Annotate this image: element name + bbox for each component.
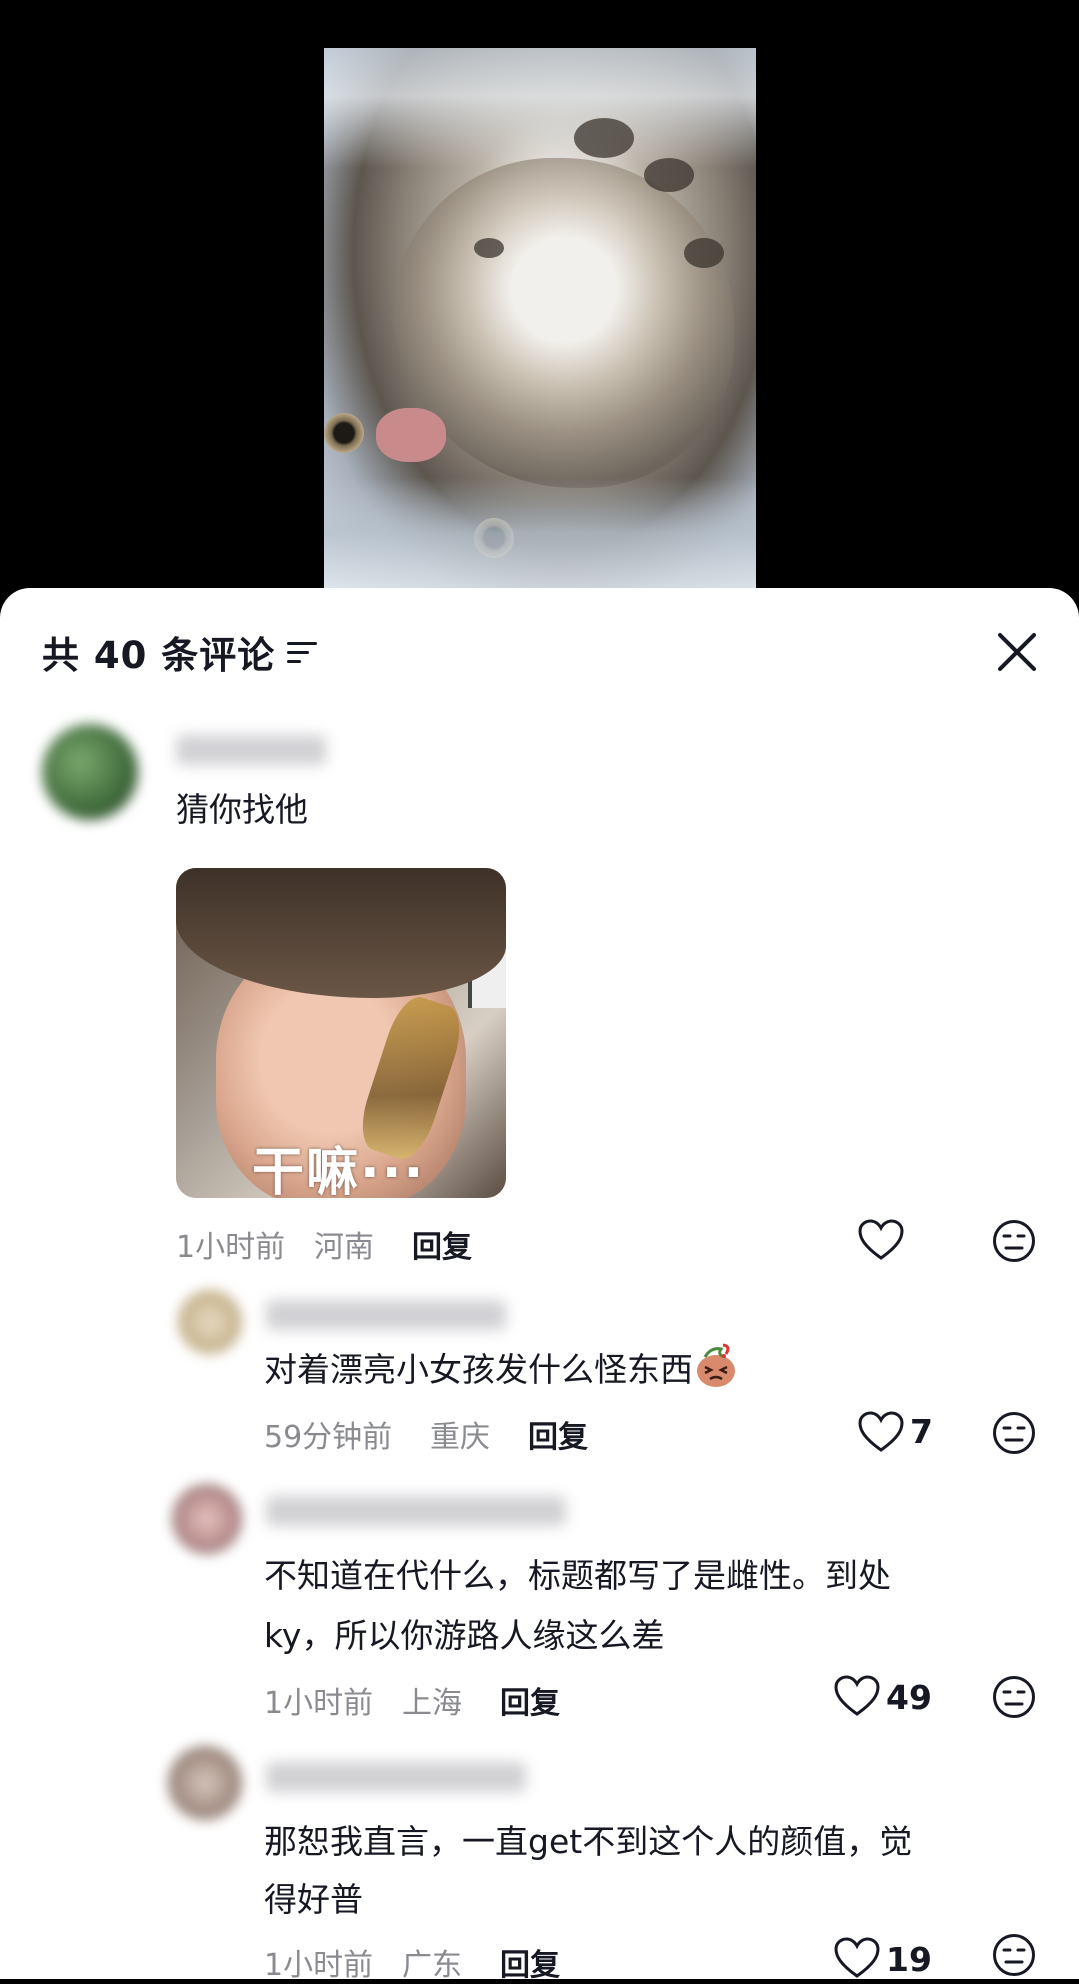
comment-time: 1小时前: [264, 1948, 374, 1983]
comment-text-line: ky，所以你游路人缘这么差: [264, 1616, 665, 1655]
avatar[interactable]: [42, 724, 138, 820]
reply-button[interactable]: 回复: [500, 1940, 560, 1984]
username-blurred[interactable]: [266, 1762, 526, 1792]
like-count: 19: [886, 1940, 932, 1979]
reply-button[interactable]: 回复: [500, 1678, 560, 1722]
reply-button[interactable]: 回复: [528, 1412, 588, 1456]
username-blurred[interactable]: [266, 1496, 566, 1526]
comments-header: 共 40 条评论: [42, 628, 319, 677]
reply-button[interactable]: 回复: [412, 1222, 472, 1266]
comment-time: 59分钟前: [264, 1420, 393, 1455]
comment-time: 1小时前: [264, 1686, 374, 1721]
emoji-sticker-icon: [695, 1343, 737, 1389]
comment-image[interactable]: 干嘛···: [176, 868, 506, 1198]
dislike-face-icon[interactable]: [992, 1411, 1036, 1455]
comment-text: 猜你找他: [176, 790, 308, 829]
comment-location: 重庆: [430, 1420, 490, 1455]
close-icon[interactable]: [994, 628, 1040, 674]
like-count: 49: [886, 1678, 932, 1717]
like-heart-icon[interactable]: [834, 1675, 880, 1717]
video-thumbnail-snow-leopard[interactable]: [324, 48, 756, 588]
like-heart-icon[interactable]: [858, 1219, 904, 1261]
avatar[interactable]: [172, 1484, 242, 1554]
dislike-face-icon[interactable]: [992, 1933, 1036, 1977]
comments-sheet: [0, 588, 1079, 1979]
comment-location: 河南: [314, 1230, 374, 1265]
comment-text: 对着漂亮小女孩发什么怪东西: [264, 1340, 737, 1400]
username-blurred[interactable]: [176, 735, 326, 765]
comment-time: 1小时前: [176, 1230, 286, 1265]
comment-image-caption: 干嘛···: [252, 1143, 426, 1198]
comment-text-line: 不知道在代什么，标题都写了是雌性。到处: [264, 1556, 891, 1595]
comment-location: 上海: [402, 1686, 462, 1721]
video-player[interactable]: [0, 0, 1079, 600]
dislike-face-icon[interactable]: [992, 1675, 1036, 1719]
comment-count-title: 共 40 条评论: [42, 634, 276, 677]
like-heart-icon[interactable]: [834, 1937, 880, 1979]
like-heart-icon[interactable]: [858, 1411, 904, 1453]
comment-location: 广东: [402, 1948, 462, 1983]
comment-text-line: 得好普: [264, 1880, 363, 1919]
sort-filter-icon[interactable]: [287, 638, 319, 666]
username-blurred[interactable]: [266, 1300, 506, 1330]
dislike-face-icon[interactable]: [992, 1219, 1036, 1263]
avatar[interactable]: [178, 1290, 242, 1354]
like-count: 7: [910, 1412, 933, 1451]
comment-text-line: 那恕我直言，一直get不到这个人的颜值，觉: [264, 1822, 913, 1861]
avatar[interactable]: [168, 1746, 242, 1820]
